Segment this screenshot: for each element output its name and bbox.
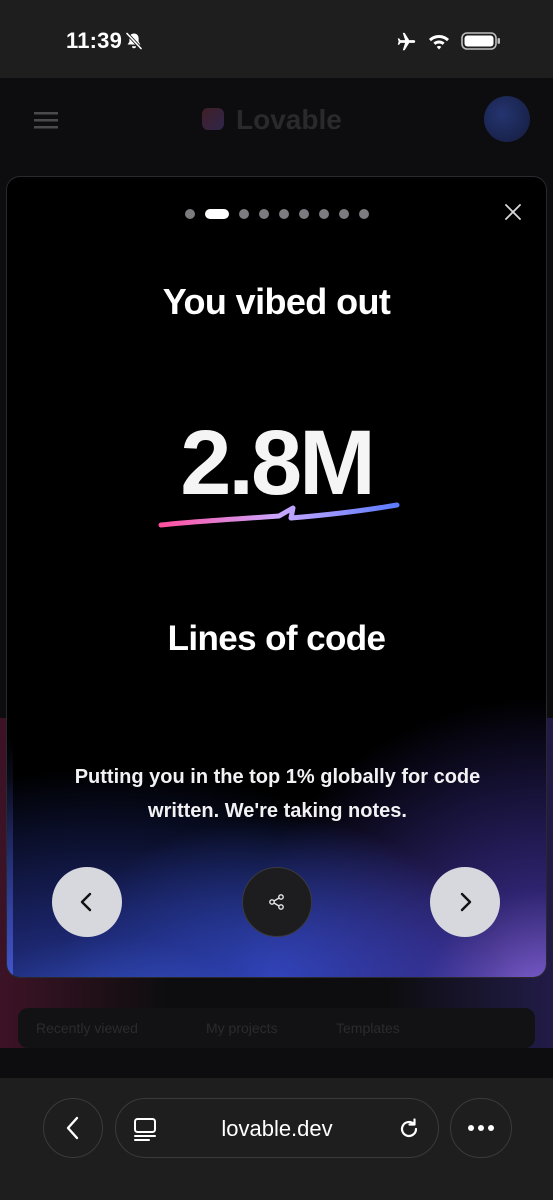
stat-label: Lines of code <box>167 619 386 658</box>
more-icon <box>468 1125 494 1131</box>
story-description: Putting you in the top 1% globally for c… <box>74 766 481 822</box>
progress-dot-2 <box>204 209 229 219</box>
browser-toolbar: lovable.dev <box>0 1078 553 1200</box>
avatar <box>484 96 530 142</box>
previous-button[interactable] <box>52 867 122 937</box>
progress-dot-7 <box>318 209 329 219</box>
lovable-logo-icon <box>202 108 224 130</box>
wrapped-story-modal: You vibed out 2.8M Lines of code Putting… <box>6 176 547 978</box>
progress-indicator <box>7 208 546 220</box>
background-tab-projects: My projects <box>206 1020 278 1036</box>
story-title: You vibed out <box>162 281 391 322</box>
progress-dot-8 <box>338 209 349 219</box>
browser-back-button[interactable] <box>43 1098 103 1158</box>
background-header: Lovable <box>0 78 553 168</box>
squiggle-underline <box>158 502 400 528</box>
progress-dot-9 <box>358 209 369 219</box>
stat-value: 2.8M <box>180 412 376 514</box>
airplane-icon <box>397 32 416 51</box>
next-button[interactable] <box>430 867 500 937</box>
back-icon <box>66 1116 79 1140</box>
progress-dot-5 <box>278 209 289 219</box>
status-bar: 11:39 <box>0 0 553 78</box>
more-button[interactable] <box>450 1098 512 1158</box>
reload-icon[interactable] <box>396 1116 422 1142</box>
screen: 11:39 Lovable Recently viewed My project… <box>0 0 553 1200</box>
background-tabs: Recently viewed My projects Templates <box>18 1008 535 1048</box>
bell-off-icon <box>125 32 143 50</box>
progress-dot-4 <box>258 209 269 219</box>
wifi-icon <box>429 35 449 50</box>
background-tab-recent: Recently viewed <box>36 1020 138 1036</box>
progress-dot-3 <box>238 209 249 219</box>
chevron-right-icon <box>460 892 472 912</box>
progress-dot-1 <box>184 209 195 219</box>
modal-edge-glow <box>7 737 13 977</box>
background-logo-text: Lovable <box>236 104 342 135</box>
menu-icon <box>34 112 58 129</box>
background-tab-templates: Templates <box>336 1020 400 1036</box>
address-bar[interactable]: lovable.dev <box>115 1098 439 1158</box>
chevron-left-icon <box>80 892 92 912</box>
status-time: 11:39 <box>66 28 123 53</box>
close-icon[interactable] <box>502 201 524 223</box>
battery-icon <box>461 32 500 50</box>
share-icon <box>269 894 284 910</box>
progress-dot-6 <box>298 209 309 219</box>
url-text[interactable]: lovable.dev <box>116 1116 438 1142</box>
share-button[interactable] <box>242 867 312 937</box>
